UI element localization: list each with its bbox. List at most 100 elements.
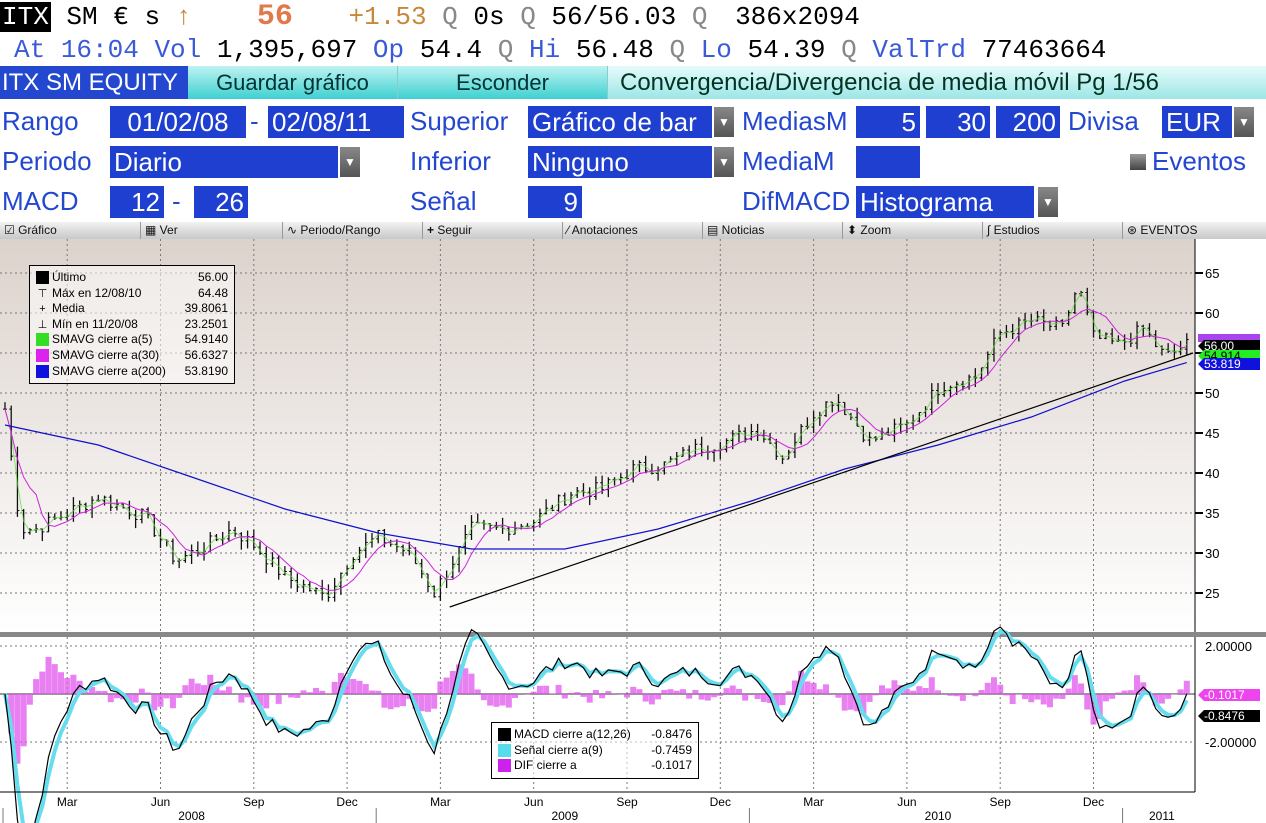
macd-histogram-bar (779, 694, 786, 706)
macd-histogram-bar (729, 685, 736, 694)
macd-histogram-bar (194, 683, 201, 694)
macd-histogram-bar (325, 693, 332, 694)
macd-histogram-bar (1127, 690, 1134, 694)
macd-tick-label: -2.00000 (1205, 735, 1256, 750)
macd-histogram-bar (679, 689, 686, 694)
macd-histogram-bar (630, 686, 637, 694)
macd-histogram-bar (1065, 688, 1072, 694)
price-tick-label: 45 (1205, 426, 1219, 441)
price-legend: Último 56.00 ⊤ Máx en 12/08/10 64.48 + Media 39… (29, 265, 235, 385)
macd-histogram-bar (431, 694, 438, 709)
macd-histogram-bar (356, 680, 363, 694)
macd-histogram-bar (916, 686, 923, 694)
macd-histogram-bar (169, 694, 176, 709)
legend-swatch (36, 271, 49, 284)
macd-histogram-bar (580, 694, 587, 697)
macd-histogram-bar (835, 694, 842, 698)
macd-histogram-bar (624, 694, 630, 698)
macd-histogram-bar (990, 677, 997, 694)
legend-label: Máx en 12/08/10 (52, 285, 142, 300)
legend-label: Media (52, 301, 85, 316)
macd-histogram-bar (748, 694, 755, 696)
macd-histogram-bar (1109, 694, 1116, 699)
month-tick-label: Mar (803, 795, 824, 809)
legend-value: 56.6327 (184, 347, 228, 362)
macd-histogram-bar (424, 694, 431, 712)
legend-entry: SMAVG cierre a(30) 56.6327 (36, 348, 228, 364)
macd-histogram-bar (188, 678, 195, 694)
macd-histogram-bar (474, 689, 481, 694)
macd-histogram-bar (493, 694, 500, 707)
macd-histogram-bar (462, 668, 469, 694)
macd-histogram-bar (281, 694, 288, 695)
macd-histogram-bar (735, 688, 742, 694)
macd-histogram-bar (132, 694, 139, 703)
macd-histogram-bar (1078, 683, 1085, 694)
macd-histogram-bar (443, 677, 450, 694)
price-tick-label: 60 (1205, 306, 1219, 321)
macd-histogram-bar (263, 694, 270, 709)
macd-histogram-bar (555, 684, 562, 694)
macd-histogram-bar (922, 688, 929, 694)
legend-value: 23.2501 (184, 316, 228, 331)
macd-histogram-bar (418, 694, 425, 712)
macd-histogram-bar (319, 690, 326, 694)
macd-histogram-bar (480, 694, 487, 701)
macd-histogram-bar (785, 691, 792, 694)
month-tick-label: Sep (990, 795, 1012, 809)
macd-histogram-bar (176, 694, 183, 698)
macd-histogram-bar (543, 685, 550, 694)
macd-histogram-bar (536, 685, 543, 694)
macd-histogram-bar (574, 692, 581, 694)
legend-entry: Señal cierre a(9) -0.7459 (498, 743, 692, 759)
macd-histogram-bar (966, 693, 973, 694)
macd-histogram-bar (686, 694, 693, 699)
legend-marker-icon: ⊥ (37, 318, 48, 331)
legend-label: Mín en 11/20/08 (52, 316, 138, 331)
macd-histogram-bar (1009, 694, 1016, 704)
macd-histogram-bar (754, 694, 761, 700)
macd-histogram-bar (313, 687, 319, 694)
legend-entry: ⊤ Máx en 12/08/10 64.48 (36, 286, 228, 302)
month-tick-label: Jun (524, 795, 543, 809)
macd-histogram-bar (760, 694, 767, 702)
legend-value: 64.48 (197, 285, 228, 300)
month-tick-label: Jun (151, 795, 170, 809)
legend-label: SMAVG cierre a(5) (52, 332, 153, 347)
macd-histogram-bar (586, 694, 593, 703)
macd-histogram-bar (866, 694, 873, 702)
month-tick-label: Dec (1083, 795, 1104, 809)
price-tick-label: 40 (1205, 466, 1219, 481)
macd-histogram-bar (599, 694, 606, 699)
macd-histogram-bar (717, 694, 724, 696)
price-macd-chart[interactable]: Mar Jun Sep Dec Mar Jun Sep Dec Mar Jun Sep Dec 2008… (0, 0, 1266, 823)
macd-histogram-bar (45, 656, 52, 694)
macd-histogram-bar (182, 685, 189, 694)
legend-marker-icon: + (39, 303, 46, 316)
macd-histogram-bar (530, 691, 537, 694)
macd-histogram-bar (823, 684, 830, 694)
macd-histogram-bar (1158, 694, 1165, 704)
macd-histogram-bar (1165, 694, 1172, 699)
legend-entry: SMAVG cierre a(200) 53.8190 (36, 364, 228, 380)
year-tick-label: 2009 (551, 809, 578, 823)
macd-histogram-bar (978, 689, 985, 694)
macd-histogram-bar (947, 694, 954, 696)
panel-divider (0, 632, 1266, 637)
legend-swatch (36, 364, 49, 378)
macd-histogram-bar (1183, 680, 1190, 694)
macd-histogram-bar (1022, 694, 1029, 700)
macd-histogram-bar (704, 694, 711, 701)
month-tick-label: Jun (897, 795, 916, 809)
macd-histogram-bar (953, 694, 960, 697)
macd-histogram-bar (1003, 694, 1010, 696)
legend-value: 56.00 (197, 270, 228, 284)
legend-marker-icon: ⊤ (37, 287, 48, 300)
macd-histogram-bar (163, 694, 170, 699)
macd-histogram-bar (505, 694, 512, 708)
legend-entry: ⊥ Mín en 11/20/08 23.2501 (36, 317, 228, 333)
macd-histogram-bar (642, 694, 649, 702)
macd-histogram-bar (648, 694, 655, 705)
price-tick-label: 65 (1205, 266, 1219, 281)
macd-histogram-bar (617, 694, 624, 695)
